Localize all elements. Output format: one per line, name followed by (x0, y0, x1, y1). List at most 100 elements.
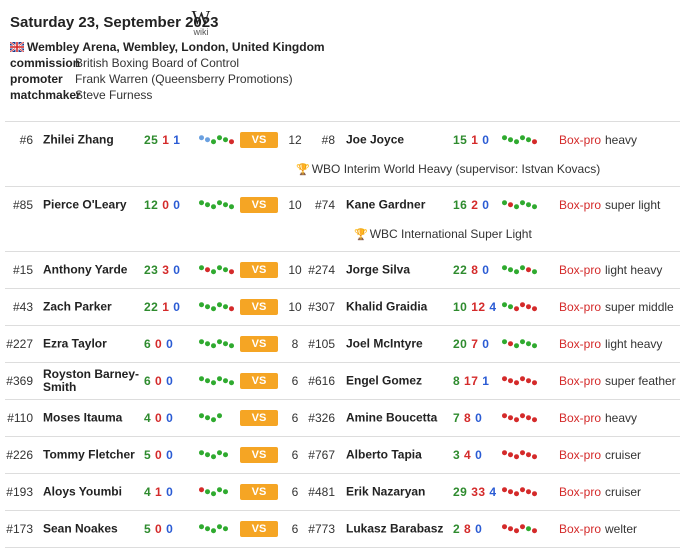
bout-row[interactable]: #226 Tommy Fletcher 5 0 0 VS 6 #767 Alberto Ta… (5, 437, 680, 474)
boxer2-form (502, 199, 538, 209)
form-dot (217, 412, 222, 418)
wikipedia-icon[interactable]: W wiki (186, 8, 216, 37)
sport-label[interactable]: Box-pro (559, 374, 601, 388)
form-dot (205, 488, 210, 494)
boxer1-name[interactable]: Anthony Yarde (43, 263, 143, 277)
boxer1-name[interactable]: Zach Parker (43, 300, 143, 314)
vs-button[interactable]: VS (240, 262, 278, 278)
bout-row[interactable]: #110 Moses Itauma 4 0 0 VS 6 #326 Amine Boucet… (5, 400, 680, 437)
title-belt[interactable]: 🏆 WBC International Super Light (5, 223, 680, 251)
form-dot (532, 268, 537, 274)
form-dot (526, 136, 531, 142)
boxer2-name[interactable]: Erik Nazaryan (346, 485, 456, 499)
vs-button[interactable]: VS (240, 484, 278, 500)
boxer2-name[interactable]: Kane Gardner (346, 198, 456, 212)
boxer1-rank: #85 (12, 198, 33, 212)
boxer2-form (502, 301, 538, 311)
boxer1-rank: #227 (6, 337, 33, 351)
matchmaker-value[interactable]: Steve Furness (75, 88, 152, 102)
title-belt[interactable]: 🏆 WBO Interim World Heavy (supervisor: Is… (5, 158, 680, 186)
boxer1-name[interactable]: Zhilei Zhang (43, 133, 143, 147)
boxer1-record: 5 0 0 (144, 448, 174, 462)
boxer2-name[interactable]: Alberto Tapia (346, 448, 456, 462)
form-dot (520, 449, 525, 455)
boxer1-name[interactable]: Moses Itauma (43, 411, 143, 425)
form-dot (229, 342, 234, 348)
vs-button[interactable]: VS (240, 410, 278, 426)
boxer2-record: 15 1 0 (453, 133, 490, 147)
boxer2-name[interactable]: Joe Joyce (346, 133, 456, 147)
bout-row[interactable]: #193 Aloys Youmbi 4 1 0 VS 6 #481 Erik Nazarya… (5, 474, 680, 511)
boxer1-name[interactable]: Royston Barney-Smith (43, 368, 143, 394)
sport-label[interactable]: Box-pro (559, 522, 601, 536)
boxer1-form (199, 264, 235, 274)
sport-label[interactable]: Box-pro (559, 448, 601, 462)
vs-button[interactable]: VS (240, 132, 278, 148)
bout-row[interactable]: #6 Zhilei Zhang 25 1 1 VS 12 #8 Joe Joyce 15 1 … (5, 122, 680, 187)
boxer2-name[interactable]: Joel McIntyre (346, 337, 456, 351)
form-dot (223, 201, 228, 207)
commission-value[interactable]: British Boxing Board of Control (75, 56, 239, 70)
boxer1-name[interactable]: Aloys Youmbi (43, 485, 143, 499)
sport-label[interactable]: Box-pro (559, 198, 601, 212)
form-dot (205, 377, 210, 383)
boxer1-name[interactable]: Pierce O'Leary (43, 198, 143, 212)
boxer2-record: 8 17 1 (453, 374, 490, 388)
weight-class: heavy (605, 411, 638, 425)
form-dot (502, 412, 507, 418)
bout-row[interactable]: #173 Sean Noakes 5 0 0 VS 6 #773 Lukasz Baraba… (5, 511, 680, 548)
form-dot (199, 486, 204, 492)
trophy-icon: 🏆 (296, 164, 310, 176)
promoter-row: promoter Frank Warren (Queensberry Promot… (10, 72, 293, 86)
boxer1-form (199, 134, 235, 144)
form-dot (229, 138, 234, 144)
form-dot (508, 451, 513, 457)
bout-row[interactable]: #43 Zach Parker 22 1 0 VS 10 #307 Khalid Graid… (5, 289, 680, 326)
boxer1-name[interactable]: Ezra Taylor (43, 337, 143, 351)
vs-button[interactable]: VS (240, 299, 278, 315)
bout-row[interactable]: #15 Anthony Yarde 23 3 0 VS 10 #274 Jorge Silv… (5, 252, 680, 289)
boxer2-record: 16 2 0 (453, 198, 490, 212)
form-dot (205, 303, 210, 309)
boxer1-record: 4 1 0 (144, 485, 174, 499)
bout-row[interactable]: #369 Royston Barney-Smith 6 0 0 VS 6 #616 Enge… (5, 363, 680, 400)
venue[interactable]: Wembley Arena, Wembley, London, United K… (10, 40, 325, 54)
boxer1-rank: #226 (6, 448, 33, 462)
vs-button[interactable]: VS (240, 521, 278, 537)
promoter-value[interactable]: Frank Warren (Queensberry Promotions) (75, 72, 293, 86)
boxer2-rank: #616 (308, 374, 335, 388)
form-dot (520, 375, 525, 381)
boxer2-name[interactable]: Amine Boucetta (346, 411, 456, 425)
boxer2-name[interactable]: Khalid Graidia (346, 300, 456, 314)
boxer2-name[interactable]: Engel Gomez (346, 374, 456, 388)
boxer1-record: 23 3 0 (144, 263, 181, 277)
form-dot (217, 134, 222, 140)
sport-label[interactable]: Box-pro (559, 263, 601, 277)
boxer2-rank: #274 (308, 263, 335, 277)
vs-button[interactable]: VS (240, 447, 278, 463)
boxer2-name[interactable]: Jorge Silva (346, 263, 456, 277)
form-dot (520, 486, 525, 492)
sport-label[interactable]: Box-pro (559, 411, 601, 425)
sport-label[interactable]: Box-pro (559, 300, 601, 314)
rounds: 10 (288, 300, 302, 314)
sport-label[interactable]: Box-pro (559, 133, 601, 147)
bout-row[interactable]: #227 Ezra Taylor 6 0 0 VS 8 #105 Joel McIntyre… (5, 326, 680, 363)
boxer2-form (502, 375, 538, 385)
form-dot (502, 375, 507, 381)
sport-label[interactable]: Box-pro (559, 485, 601, 499)
vs-button[interactable]: VS (240, 336, 278, 352)
sport-label[interactable]: Box-pro (559, 337, 601, 351)
bout-table: #6 Zhilei Zhang 25 1 1 VS 12 #8 Joe Joyce 15 1 … (5, 121, 680, 548)
boxer2-name[interactable]: Lukasz Barabasz (346, 522, 456, 536)
form-dot (217, 264, 222, 270)
boxer2-form (502, 486, 538, 496)
vs-button[interactable]: VS (240, 373, 278, 389)
form-dot (199, 523, 204, 529)
form-dot (508, 303, 513, 309)
form-dot (211, 138, 216, 144)
vs-button[interactable]: VS (240, 197, 278, 213)
boxer1-name[interactable]: Sean Noakes (43, 522, 143, 536)
bout-row[interactable]: #85 Pierce O'Leary 12 0 0 VS 10 #74 Kane Gardn… (5, 187, 680, 252)
boxer1-name[interactable]: Tommy Fletcher (43, 448, 143, 462)
